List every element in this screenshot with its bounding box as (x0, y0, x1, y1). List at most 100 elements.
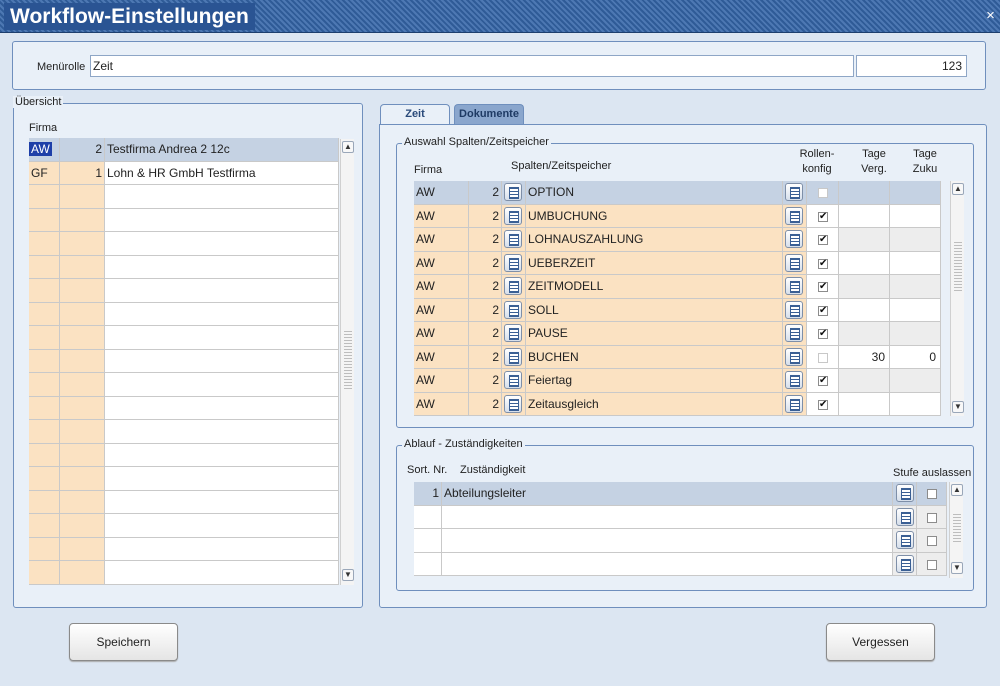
uebersicht-name-cell[interactable] (105, 396, 339, 420)
document-icon[interactable] (785, 183, 803, 201)
uebersicht-code-cell[interactable] (29, 490, 60, 514)
stufe-auslassen-checkbox[interactable] (927, 536, 937, 546)
uebersicht-num-cell[interactable] (60, 490, 105, 514)
uebersicht-code-cell[interactable] (29, 373, 60, 397)
scroll-grip[interactable] (344, 329, 352, 389)
uebersicht-num-cell[interactable] (60, 420, 105, 444)
ablauf-name-cell[interactable]: Abteilungsleiter (442, 482, 893, 506)
ablauf-nr-cell[interactable] (414, 529, 442, 553)
uebersicht-code-cell[interactable] (29, 443, 60, 467)
uebersicht-num-cell[interactable] (60, 185, 105, 209)
uebersicht-num-cell[interactable] (60, 537, 105, 561)
uebersicht-code-cell[interactable] (29, 420, 60, 444)
auswahl-num-cell[interactable]: 2 (469, 298, 502, 322)
uebersicht-name-cell[interactable] (105, 467, 339, 491)
menurolle-number[interactable]: 123 (856, 55, 967, 77)
document-icon[interactable] (896, 531, 914, 549)
uebersicht-num-cell[interactable] (60, 561, 105, 585)
uebersicht-code-cell[interactable] (29, 537, 60, 561)
document-icon[interactable] (896, 507, 914, 526)
document-icon[interactable] (504, 347, 522, 366)
tage-verg-cell[interactable] (839, 298, 890, 322)
document-icon[interactable] (785, 394, 803, 413)
document-icon[interactable] (504, 206, 522, 225)
uebersicht-code-cell[interactable] (29, 279, 60, 303)
tage-verg-cell[interactable] (839, 228, 890, 252)
forget-button[interactable]: Vergessen (826, 623, 935, 661)
uebersicht-code-cell[interactable]: AW (29, 138, 60, 162)
uebersicht-num-cell[interactable] (60, 232, 105, 256)
ablauf-nr-cell[interactable] (414, 552, 442, 576)
uebersicht-name-cell[interactable] (105, 326, 339, 350)
rollen-checkbox[interactable] (818, 188, 828, 198)
menurolle-input[interactable]: Zeit (90, 55, 854, 77)
auswahl-num-cell[interactable]: 2 (469, 369, 502, 393)
uebersicht-name-cell[interactable] (105, 279, 339, 303)
document-icon[interactable] (785, 347, 803, 366)
auswahl-name-cell[interactable]: LOHNAUSZAHLUNG (526, 228, 783, 252)
document-icon[interactable] (504, 183, 522, 201)
scroll-down-icon[interactable]: ▼ (951, 562, 963, 574)
uebersicht-name-cell[interactable] (105, 349, 339, 373)
uebersicht-num-cell[interactable] (60, 279, 105, 303)
uebersicht-code-cell[interactable] (29, 232, 60, 256)
uebersicht-name-cell[interactable] (105, 255, 339, 279)
tage-verg-cell[interactable] (839, 275, 890, 299)
auswahl-firma-cell[interactable]: AW (414, 345, 469, 369)
uebersicht-code-cell[interactable] (29, 396, 60, 420)
tage-zuku-cell[interactable] (890, 298, 941, 322)
scroll-up-icon[interactable]: ▲ (952, 183, 964, 195)
auswahl-name-cell[interactable]: UEBERZEIT (526, 251, 783, 275)
tage-verg-cell[interactable] (839, 322, 890, 346)
uebersicht-num-cell[interactable]: 2 (60, 138, 105, 162)
uebersicht-code-cell[interactable] (29, 561, 60, 585)
auswahl-firma-cell[interactable]: AW (414, 275, 469, 299)
uebersicht-code-cell[interactable] (29, 467, 60, 491)
auswahl-num-cell[interactable]: 2 (469, 275, 502, 299)
auswahl-firma-cell[interactable]: AW (414, 228, 469, 252)
auswahl-name-cell[interactable]: PAUSE (526, 322, 783, 346)
tage-verg-cell[interactable]: 30 (839, 345, 890, 369)
uebersicht-code-cell[interactable] (29, 349, 60, 373)
tage-zuku-cell[interactable] (890, 251, 941, 275)
auswahl-num-cell[interactable]: 2 (469, 392, 502, 416)
uebersicht-code-cell[interactable] (29, 185, 60, 209)
uebersicht-name-cell[interactable] (105, 373, 339, 397)
rollen-checkbox[interactable] (818, 352, 828, 363)
uebersicht-name-cell[interactable] (105, 302, 339, 326)
document-icon[interactable] (785, 324, 803, 342)
auswahl-num-cell[interactable]: 2 (469, 228, 502, 252)
uebersicht-num-cell[interactable] (60, 373, 105, 397)
document-icon[interactable] (785, 253, 803, 272)
uebersicht-name-cell[interactable]: Testfirma Andrea 2 12c (105, 138, 339, 162)
ablauf-nr-cell[interactable]: 1 (414, 482, 442, 506)
ablauf-name-cell[interactable] (442, 529, 893, 553)
document-icon[interactable] (896, 484, 914, 502)
tage-verg-cell[interactable] (839, 204, 890, 228)
document-icon[interactable] (504, 277, 522, 295)
uebersicht-num-cell[interactable] (60, 302, 105, 326)
tage-zuku-cell[interactable] (890, 392, 941, 416)
document-icon[interactable] (896, 554, 914, 573)
auswahl-name-cell[interactable]: UMBUCHUNG (526, 204, 783, 228)
auswahl-scrollbar[interactable]: ▲ ▼ (950, 181, 964, 416)
scroll-up-icon[interactable]: ▲ (342, 141, 354, 153)
ablauf-nr-cell[interactable] (414, 505, 442, 529)
tab-dokumente[interactable]: Dokumente (454, 104, 524, 124)
document-icon[interactable] (504, 230, 522, 248)
tage-verg-cell[interactable] (839, 392, 890, 416)
auswahl-name-cell[interactable]: OPTION (526, 181, 783, 205)
uebersicht-code-cell[interactable] (29, 514, 60, 538)
uebersicht-num-cell[interactable] (60, 467, 105, 491)
tage-zuku-cell[interactable] (890, 369, 941, 393)
ablauf-scrollbar[interactable]: ▲ ▼ (949, 482, 963, 578)
auswahl-name-cell[interactable]: ZEITMODELL (526, 275, 783, 299)
uebersicht-name-cell[interactable] (105, 443, 339, 467)
uebersicht-num-cell[interactable] (60, 396, 105, 420)
auswahl-num-cell[interactable]: 2 (469, 204, 502, 228)
rollen-checkbox[interactable]: ✔ (818, 211, 828, 222)
auswahl-firma-cell[interactable]: AW (414, 298, 469, 322)
rollen-checkbox[interactable]: ✔ (818, 235, 828, 245)
uebersicht-name-cell[interactable]: Lohn & HR GmbH Testfirma (105, 161, 339, 185)
uebersicht-name-cell[interactable] (105, 514, 339, 538)
